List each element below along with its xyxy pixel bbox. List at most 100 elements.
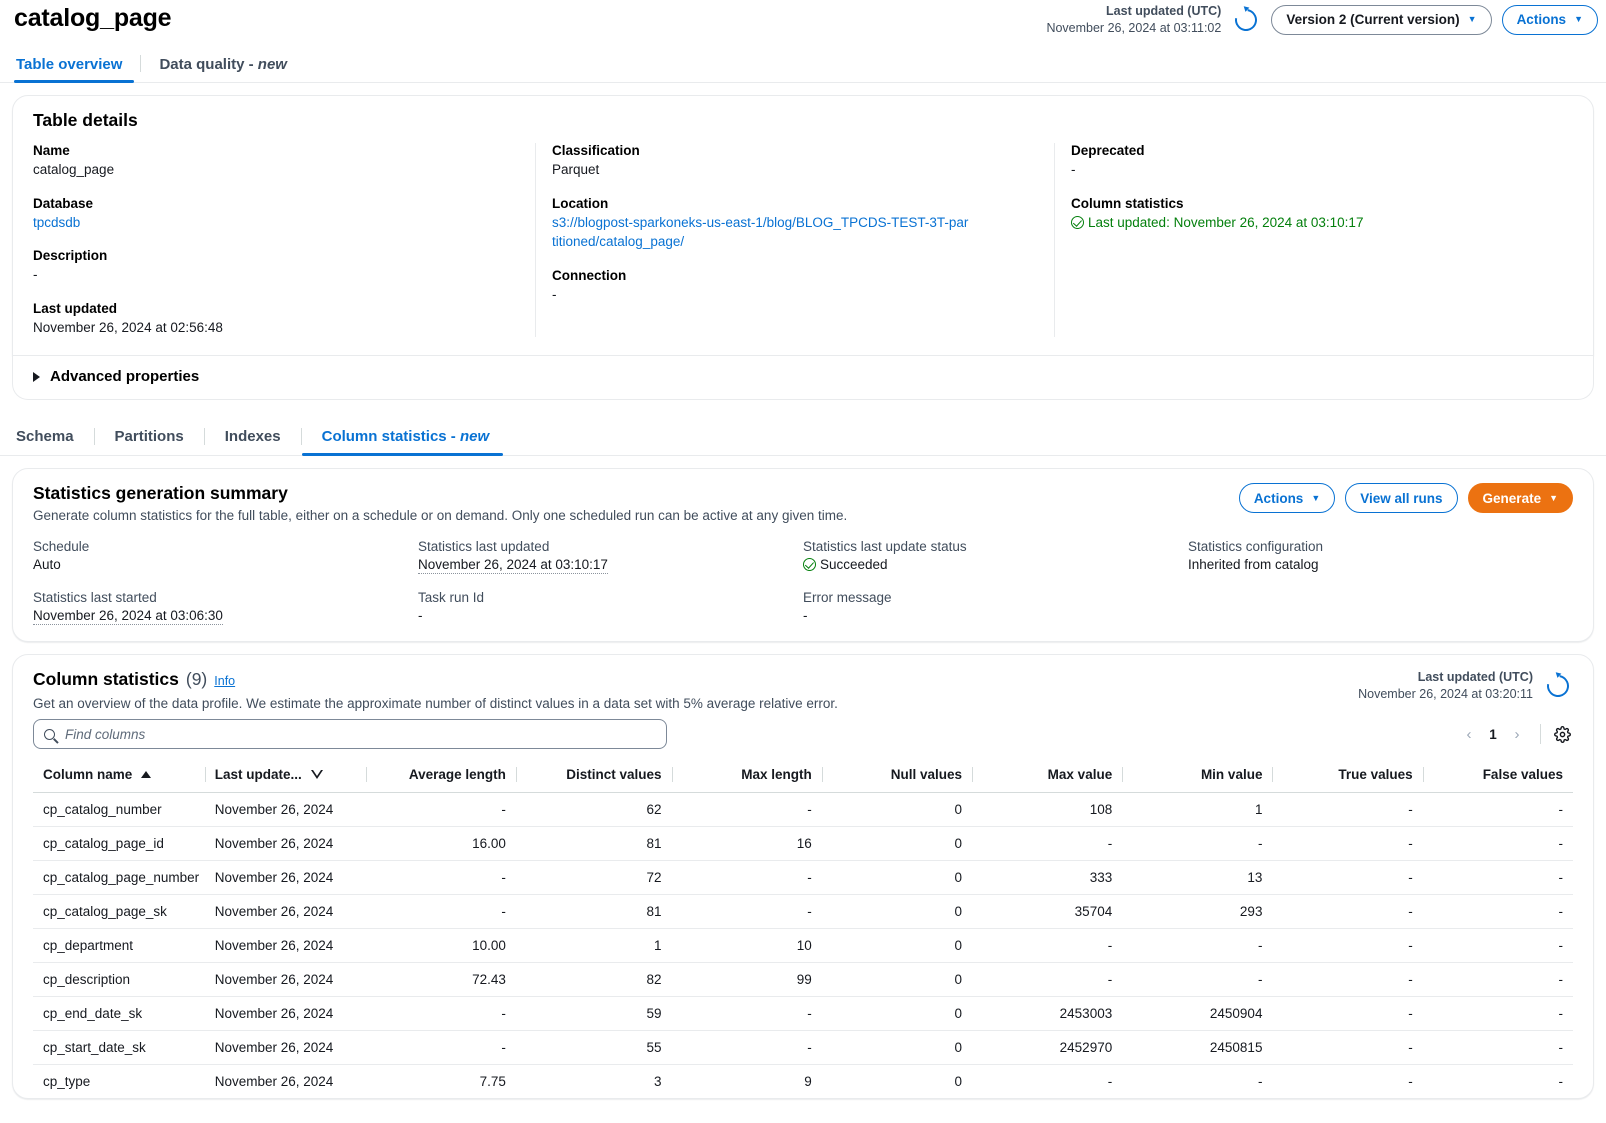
cell-max-value: -	[972, 827, 1122, 861]
tab-table-overview[interactable]: Table overview	[14, 56, 140, 82]
column-header-average-length-label: Average length	[409, 767, 506, 782]
cell-false-values: -	[1423, 963, 1573, 997]
stat-schedule: Schedule Auto	[33, 539, 418, 572]
info-link[interactable]: Info	[214, 674, 235, 688]
cell-true-values: -	[1272, 1065, 1422, 1099]
cell-distinct-values: 3	[516, 1065, 672, 1099]
table-row[interactable]: cp_catalog_page_skNovember 26, 2024-81-0…	[33, 895, 1573, 929]
page-title: catalog_page	[14, 4, 171, 33]
field-description-value: -	[33, 265, 519, 285]
cell-average-length: 7.75	[366, 1065, 516, 1099]
field-connection-label: Connection	[552, 268, 1038, 283]
cell-null-values: 0	[822, 793, 972, 827]
table-row[interactable]: cp_typeNovember 26, 20247.75390----	[33, 1065, 1573, 1099]
cell-column-name: cp_start_date_sk	[33, 1031, 205, 1065]
cell-distinct-values: 72	[516, 861, 672, 895]
field-column-statistics-label: Column statistics	[1071, 196, 1557, 211]
column-header-average-length[interactable]: Average length	[366, 761, 516, 793]
refresh-icon[interactable]	[1543, 671, 1573, 701]
cell-null-values: 0	[822, 895, 972, 929]
stat-task-run-id-label: Task run Id	[418, 590, 789, 605]
table-row[interactable]: cp_start_date_skNovember 26, 2024-55-024…	[33, 1031, 1573, 1065]
column-header-false-values[interactable]: False values	[1423, 761, 1573, 793]
cell-false-values: -	[1423, 827, 1573, 861]
column-header-max-value[interactable]: Max value	[972, 761, 1122, 793]
status-badge: Succeeded	[803, 557, 1174, 572]
stat-statistics-last-updated-value[interactable]: November 26, 2024 at 03:10:17	[418, 557, 608, 574]
cell-null-values: 0	[822, 861, 972, 895]
search-input[interactable]	[63, 726, 656, 743]
sub-tab-schema-label: Schema	[16, 428, 74, 445]
cell-null-values: 0	[822, 1031, 972, 1065]
generate-button[interactable]: Generate ▼	[1468, 483, 1573, 513]
field-deprecated-value: -	[1071, 160, 1557, 180]
column-header-distinct-values[interactable]: Distinct values	[516, 761, 672, 793]
stat-statistics-last-started-label: Statistics last started	[33, 590, 404, 605]
statistics-generation-summary-card: Statistics generation summary Generate c…	[12, 468, 1594, 642]
main-tabs: Table overview Data quality - new	[0, 46, 1606, 83]
table-row[interactable]: cp_descriptionNovember 26, 202472.438299…	[33, 963, 1573, 997]
refresh-icon[interactable]	[1231, 5, 1261, 35]
chevron-right-icon[interactable]: ›	[1504, 721, 1530, 747]
column-header-max-length[interactable]: Max length	[672, 761, 822, 793]
cell-max-value: 2452970	[972, 1031, 1122, 1065]
cell-max-value: -	[972, 929, 1122, 963]
cell-average-length: -	[366, 1031, 516, 1065]
statistics-actions-button[interactable]: Actions ▼	[1239, 483, 1335, 513]
header-last-updated: Last updated (UTC) November 26, 2024 at …	[1046, 3, 1221, 37]
page-number[interactable]: 1	[1484, 727, 1502, 742]
sub-tab-column-statistics-badge: new	[460, 428, 489, 445]
table-details-column-2: Classification Parquet Location s3://blo…	[535, 143, 1054, 337]
table-row[interactable]: cp_catalog_page_numberNovember 26, 2024-…	[33, 861, 1573, 895]
cell-null-values: 0	[822, 997, 972, 1031]
statistics-actions-label: Actions	[1254, 491, 1304, 506]
table-row[interactable]: cp_end_date_skNovember 26, 2024-59-02453…	[33, 997, 1573, 1031]
cell-null-values: 0	[822, 963, 972, 997]
stat-empty	[1188, 590, 1573, 623]
column-header-last-updated[interactable]: Last update...	[205, 761, 366, 793]
database-link[interactable]: tpcdsdb	[33, 215, 80, 230]
table-row[interactable]: cp_catalog_page_idNovember 26, 202416.00…	[33, 827, 1573, 861]
version-select-label: Version 2 (Current version)	[1286, 12, 1459, 27]
cell-distinct-values: 62	[516, 793, 672, 827]
sub-tab-indexes[interactable]: Indexes	[205, 428, 301, 455]
tab-data-quality[interactable]: Data quality - new	[141, 56, 305, 82]
sub-tab-schema[interactable]: Schema	[14, 428, 94, 455]
statistics-summary-actions: Actions ▼ View all runs Generate ▼	[1239, 483, 1573, 513]
column-header-null-values[interactable]: Null values	[822, 761, 972, 793]
table-details-column-3: Deprecated - Column statistics Last upda…	[1054, 143, 1573, 337]
column-statistics-count: (9)	[186, 669, 207, 690]
table-row[interactable]: cp_catalog_numberNovember 26, 2024-62-01…	[33, 793, 1573, 827]
view-all-runs-button[interactable]: View all runs	[1345, 483, 1457, 513]
advanced-properties-label: Advanced properties	[50, 368, 199, 385]
column-header-column-name[interactable]: Column name	[33, 761, 205, 793]
sub-tab-column-statistics[interactable]: Column statistics - new	[302, 428, 510, 455]
column-statistics-table: Column name Last update... Average leng	[33, 761, 1573, 1098]
sub-tab-partitions[interactable]: Partitions	[95, 428, 204, 455]
cell-last-updated: November 26, 2024	[205, 827, 366, 861]
cell-min-value: 2450815	[1122, 1031, 1272, 1065]
sort-ascending-icon	[141, 771, 151, 778]
statistics-summary-title: Statistics generation summary	[33, 483, 847, 504]
stat-last-update-status-label: Statistics last update status	[803, 539, 1174, 554]
advanced-properties-toggle[interactable]: Advanced properties	[12, 356, 1594, 400]
column-header-true-values[interactable]: True values	[1272, 761, 1422, 793]
find-columns-search[interactable]	[33, 719, 667, 749]
column-statistics-updated-text: Last updated: November 26, 2024 at 03:10…	[1088, 215, 1363, 230]
table-row[interactable]: cp_departmentNovember 26, 202410.001100-…	[33, 929, 1573, 963]
location-link[interactable]: s3://blogpost-sparkoneks-us-east-1/blog/…	[552, 215, 968, 250]
field-location: Location s3://blogpost-sparkoneks-us-eas…	[552, 196, 1038, 252]
stat-statistics-last-started-value[interactable]: November 26, 2024 at 03:06:30	[33, 608, 223, 625]
gear-icon[interactable]	[1551, 723, 1573, 745]
field-connection: Connection -	[552, 268, 1038, 305]
header-actions-button[interactable]: Actions ▼	[1502, 5, 1598, 35]
table-header-row: Column name Last update... Average leng	[33, 761, 1573, 793]
field-classification-value: Parquet	[552, 160, 1038, 180]
chevron-left-icon[interactable]: ‹	[1456, 721, 1482, 747]
cell-max-value: 35704	[972, 895, 1122, 929]
page-header: catalog_page Last updated (UTC) November…	[0, 0, 1606, 46]
column-header-min-value[interactable]: Min value	[1122, 761, 1272, 793]
version-select[interactable]: Version 2 (Current version) ▼	[1271, 5, 1491, 35]
cell-true-values: -	[1272, 1031, 1422, 1065]
sort-descending-icon	[311, 770, 323, 779]
